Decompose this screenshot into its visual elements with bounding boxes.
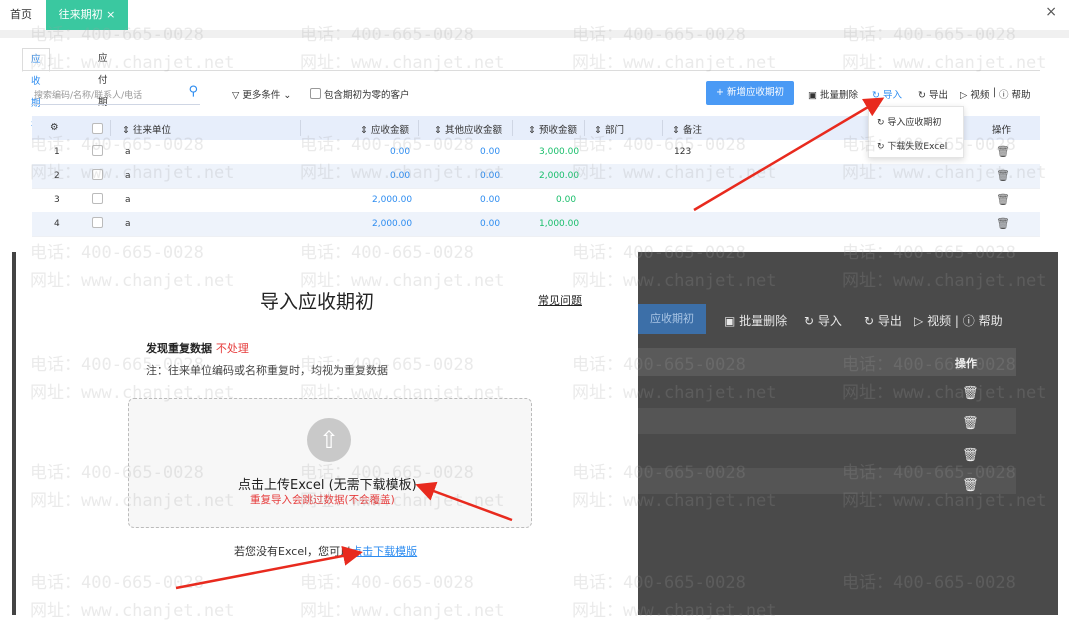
arrow-to-import xyxy=(693,97,885,212)
arrow-to-upload xyxy=(415,481,513,522)
arrow-to-template xyxy=(175,546,363,590)
annotation-arrows xyxy=(175,97,885,590)
